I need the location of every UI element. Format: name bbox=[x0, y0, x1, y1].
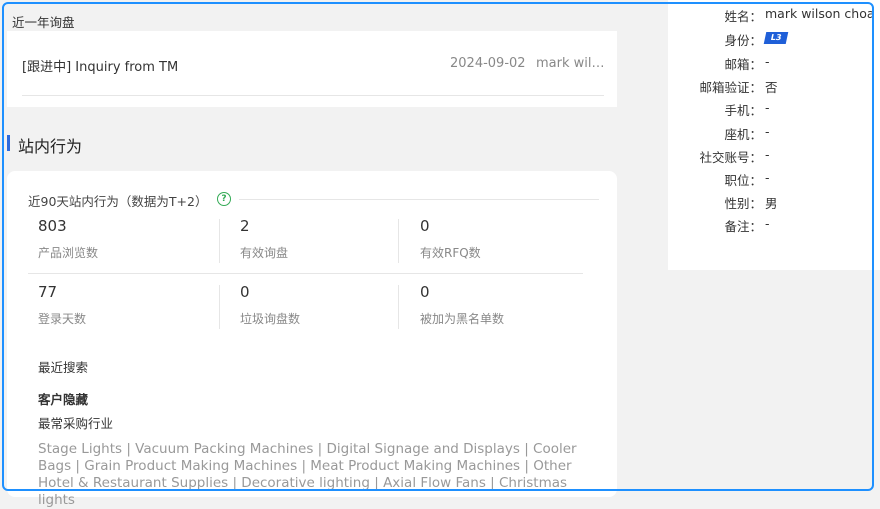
divider bbox=[219, 285, 220, 329]
stat-valid-inquiries: 2 有效询盘 bbox=[240, 217, 410, 261]
inquiry-card: [跟进中] Inquiry from TM 2024-09-02 mark wi… bbox=[7, 31, 617, 107]
profile-row-mobile: 手机： - bbox=[668, 100, 880, 120]
divider bbox=[239, 199, 599, 200]
stat-value: 0 bbox=[240, 283, 250, 301]
profile-key: 身份： bbox=[724, 33, 762, 48]
stat-value: 803 bbox=[38, 217, 67, 235]
profile-value: - bbox=[765, 54, 770, 69]
stat-spam-inquiries: 0 垃圾询盘数 bbox=[240, 283, 410, 327]
profile-value: 否 bbox=[765, 80, 778, 95]
stat-value: 77 bbox=[38, 283, 58, 301]
stat-label: 被加为黑名单数 bbox=[420, 312, 505, 326]
profile-row-name: 姓名： mark wilson choa bbox=[668, 6, 880, 26]
profile-row-gender: 性别： 男 bbox=[668, 193, 880, 213]
stats-card: 近90天站内行为（数据为T+2） ? 803 产品浏览数 2 有效询盘 0 有效… bbox=[7, 171, 617, 508]
stat-login-days: 77 登录天数 bbox=[38, 283, 208, 327]
profile-row-email: 邮箱： - bbox=[668, 54, 880, 74]
profile-value: - bbox=[765, 100, 770, 115]
stat-value: 0 bbox=[420, 283, 430, 301]
industries-list: Stage Lights | Vacuum Packing Machines |… bbox=[38, 441, 577, 508]
profile-key: 职位： bbox=[724, 173, 762, 188]
stat-label: 产品浏览数 bbox=[38, 246, 99, 260]
profile-row-landline: 座机： - bbox=[668, 124, 880, 144]
stat-product-views: 803 产品浏览数 bbox=[38, 217, 208, 261]
profile-value: - bbox=[765, 147, 770, 162]
left-panel: 近一年询盘 [跟进中] Inquiry from TM 2024-09-02 m… bbox=[7, 0, 617, 508]
divider bbox=[22, 95, 604, 96]
stat-value: 2 bbox=[240, 217, 250, 235]
profile-value: 男 bbox=[765, 196, 778, 211]
profile-row-position: 职位： - bbox=[668, 170, 880, 190]
recent-search-label: 最近搜索 bbox=[38, 360, 89, 375]
profile-key: 性别： bbox=[724, 196, 762, 211]
profile-row-email-verified: 邮箱验证： 否 bbox=[668, 77, 880, 97]
profile-key: 社交账号： bbox=[699, 150, 762, 165]
profile-key: 备注： bbox=[724, 219, 762, 234]
divider bbox=[398, 219, 399, 263]
inquiry-date: 2024-09-02 bbox=[450, 56, 526, 71]
level-badge: L3 bbox=[763, 32, 789, 44]
divider bbox=[398, 285, 399, 329]
profile-key: 邮箱： bbox=[724, 57, 762, 72]
profile-key: 手机： bbox=[724, 103, 762, 118]
profile-value: - bbox=[765, 216, 770, 231]
profile-value: mark wilson choa bbox=[765, 6, 875, 21]
recent-inquiries-title: 近一年询盘 bbox=[12, 15, 75, 30]
profile-row-social: 社交账号： - bbox=[668, 147, 880, 167]
stat-blacklisted: 0 被加为黑名单数 bbox=[420, 283, 590, 327]
stat-label: 有效RFQ数 bbox=[420, 246, 481, 260]
profile-key: 座机： bbox=[724, 127, 762, 142]
section-accent-bar bbox=[7, 135, 10, 151]
industry-label: 最常采购行业 bbox=[38, 416, 114, 431]
inquiry-status: [跟进中] Inquiry from TM bbox=[22, 60, 179, 75]
inquiry-subject[interactable]: Inquiry from TM bbox=[75, 60, 178, 75]
profile-value: - bbox=[765, 170, 770, 185]
profile-key: 姓名： bbox=[724, 9, 762, 24]
stat-label: 垃圾询盘数 bbox=[240, 312, 301, 326]
profile-panel: 姓名： mark wilson choa 身份： L3 邮箱： - 邮箱验证： … bbox=[668, 0, 880, 270]
divider bbox=[219, 219, 220, 263]
profile-row-remark: 备注： - bbox=[668, 216, 880, 236]
profile-key: 邮箱验证： bbox=[699, 80, 762, 95]
inquiry-contact: mark wilson bbox=[536, 56, 606, 71]
stat-label: 有效询盘 bbox=[240, 246, 289, 260]
stat-value: 0 bbox=[420, 217, 430, 235]
question-circle-icon[interactable]: ? bbox=[217, 192, 231, 206]
stat-label: 登录天数 bbox=[38, 312, 87, 326]
divider bbox=[28, 273, 583, 274]
profile-row-identity: 身份： L3 bbox=[668, 30, 880, 50]
customer-hidden-label: 客户隐藏 bbox=[38, 392, 89, 407]
stat-valid-rfq: 0 有效RFQ数 bbox=[420, 217, 590, 261]
profile-value: - bbox=[765, 124, 770, 139]
stats-subtitle: 近90天站内行为（数据为T+2） bbox=[28, 194, 208, 209]
onsite-behavior-title: 站内行为 bbox=[18, 137, 83, 156]
